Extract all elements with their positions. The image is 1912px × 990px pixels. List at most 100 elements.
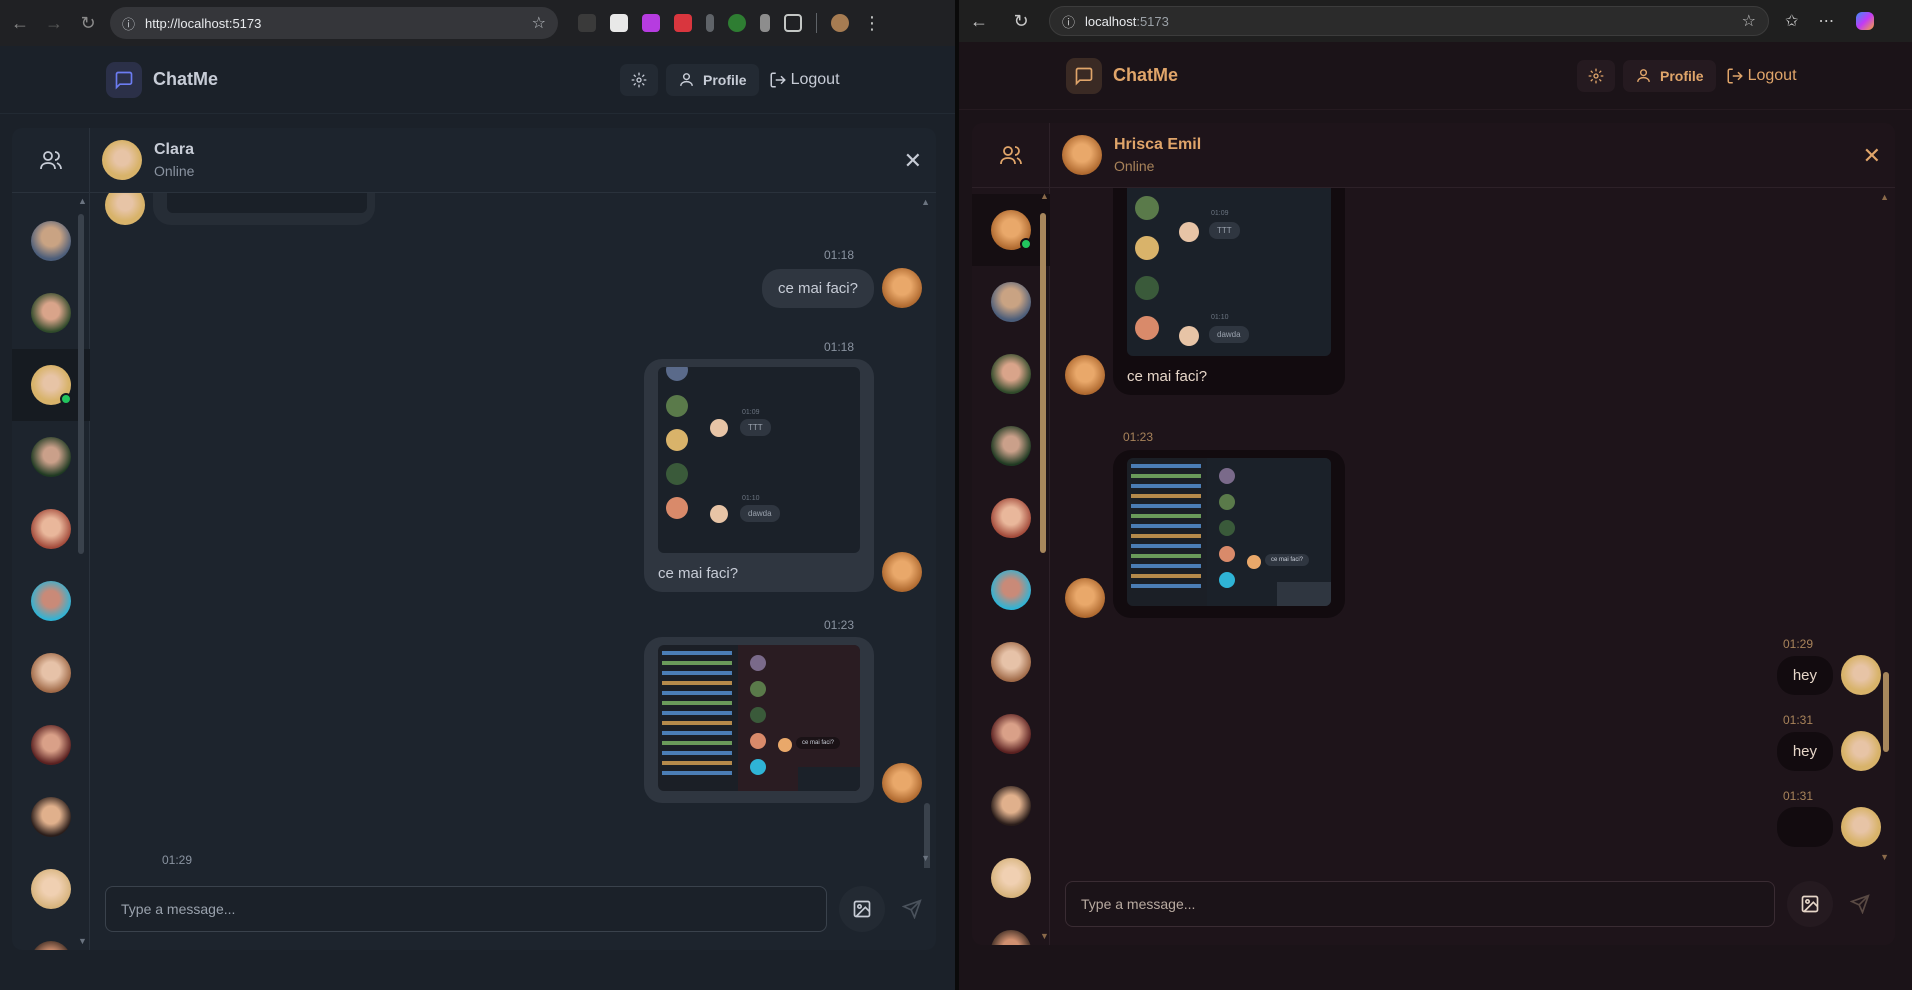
scroll-down-icon[interactable]: ▼ bbox=[921, 853, 930, 863]
contact-item[interactable] bbox=[972, 410, 1050, 482]
message-input[interactable]: Type a message... bbox=[105, 886, 827, 932]
message-image[interactable] bbox=[167, 193, 367, 213]
messages-area[interactable]: 01:18 ce mai faci? 01:18 01:09 TTT 01:10… bbox=[90, 193, 936, 868]
avatar bbox=[31, 725, 71, 765]
back-icon[interactable]: ← bbox=[6, 9, 34, 37]
calendar-extension-icon[interactable] bbox=[610, 14, 628, 32]
chat-logo-icon[interactable] bbox=[1066, 57, 1102, 94]
more-icon[interactable]: ⋯ bbox=[1818, 11, 1834, 31]
contact-item[interactable] bbox=[12, 781, 90, 853]
scroll-up-icon[interactable]: ▲ bbox=[1880, 192, 1889, 202]
logout-button[interactable]: Logout bbox=[1726, 60, 1797, 92]
contact-item[interactable] bbox=[12, 637, 90, 709]
message-image-bubble: 01:09 TTT 01:10 dawda ce mai faci? bbox=[1113, 188, 1345, 395]
extension-icon[interactable] bbox=[674, 14, 692, 32]
chat-contact-name: Hrisca Emil bbox=[1114, 136, 1202, 153]
left-browser-window: ← → ↻ ⓘ http://localhost:5173 ☆ ⋮ ChatMe bbox=[0, 0, 955, 990]
tree-extension-icon[interactable] bbox=[728, 14, 746, 32]
avatar bbox=[882, 268, 922, 308]
message-image[interactable]: ce mai faci? bbox=[1127, 458, 1331, 606]
contact-item[interactable] bbox=[12, 565, 90, 637]
message-image[interactable]: 01:09 TTT 01:10 dawda bbox=[658, 367, 860, 553]
attach-image-button[interactable] bbox=[1787, 881, 1833, 927]
preview-time: 01:09 bbox=[1211, 210, 1229, 217]
message-input-placeholder: Type a message... bbox=[121, 901, 236, 917]
close-chat-button[interactable]: ✕ bbox=[904, 148, 922, 174]
address-bar[interactable]: ⓘ localhost:5173 ☆ bbox=[1049, 6, 1769, 36]
favorites-icon[interactable]: ✩ bbox=[1785, 11, 1798, 31]
message-image[interactable]: ce mai faci? bbox=[658, 645, 860, 791]
extensions-puzzle-icon[interactable] bbox=[784, 14, 802, 32]
profile-button[interactable]: Profile bbox=[666, 63, 759, 96]
avatar bbox=[991, 354, 1031, 394]
scroll-up-icon[interactable]: ▲ bbox=[78, 196, 87, 206]
reload-icon[interactable]: ↻ bbox=[1007, 7, 1035, 35]
settings-button[interactable] bbox=[1577, 59, 1615, 92]
favorite-star-icon[interactable]: ☆ bbox=[1742, 11, 1756, 31]
settings-button[interactable] bbox=[620, 63, 658, 96]
contact-item[interactable] bbox=[972, 626, 1050, 698]
contact-item[interactable] bbox=[972, 266, 1050, 338]
message-outgoing: ce mai faci? bbox=[761, 268, 922, 308]
app-title[interactable]: ChatMe bbox=[1113, 65, 1178, 86]
site-info-icon[interactable]: ⓘ bbox=[1062, 12, 1075, 31]
users-icon bbox=[39, 151, 62, 170]
contact-item[interactable] bbox=[972, 338, 1050, 410]
send-button[interactable] bbox=[889, 886, 935, 932]
chat-contact-name: Clara bbox=[154, 141, 195, 158]
attach-image-button[interactable] bbox=[839, 886, 885, 932]
contact-item[interactable] bbox=[972, 770, 1050, 842]
contact-item-hrisca-emil[interactable] bbox=[972, 194, 1050, 266]
logout-label: Logout bbox=[790, 70, 840, 88]
contact-item[interactable] bbox=[972, 698, 1050, 770]
back-icon[interactable]: ← bbox=[965, 7, 993, 35]
message-time: 01:18 bbox=[823, 248, 854, 262]
scroll-down-icon[interactable]: ▼ bbox=[1880, 852, 1889, 862]
scroll-down-icon[interactable]: ▼ bbox=[1040, 931, 1049, 941]
logout-button[interactable]: Logout bbox=[769, 64, 840, 96]
forward-icon[interactable]: → bbox=[40, 9, 68, 37]
pin-extension-icon[interactable] bbox=[760, 14, 770, 32]
message-time: 01:29 bbox=[162, 853, 193, 867]
profile-label: Profile bbox=[1660, 67, 1704, 84]
messages-area[interactable]: 01:09 TTT 01:10 dawda ce mai faci? 01:23 bbox=[1050, 188, 1895, 863]
scroll-down-icon[interactable]: ▼ bbox=[78, 936, 87, 946]
contact-item[interactable] bbox=[12, 709, 90, 781]
bookmark-star-icon[interactable]: ☆ bbox=[532, 13, 546, 33]
avatar bbox=[991, 570, 1031, 610]
app-title[interactable]: ChatMe bbox=[153, 69, 218, 90]
contact-item[interactable] bbox=[12, 853, 90, 925]
extension-icon[interactable] bbox=[706, 14, 714, 32]
site-info-icon[interactable]: ⓘ bbox=[122, 14, 135, 33]
message-image-bubble: ce mai faci? bbox=[644, 637, 874, 803]
avatar bbox=[31, 509, 71, 549]
extension-icon[interactable] bbox=[642, 14, 660, 32]
contact-item[interactable] bbox=[972, 914, 1050, 945]
scroll-up-icon[interactable]: ▲ bbox=[921, 197, 930, 207]
close-chat-button[interactable]: ✕ bbox=[1863, 143, 1881, 169]
profile-button[interactable]: Profile bbox=[1623, 59, 1716, 92]
message-image[interactable]: 01:09 TTT 01:10 dawda bbox=[1127, 188, 1331, 356]
browser-menu-icon[interactable]: ⋮ bbox=[863, 13, 881, 34]
send-icon bbox=[902, 899, 922, 919]
image-icon bbox=[1801, 895, 1819, 913]
contacts-sidebar: ▲ ▼ bbox=[972, 123, 1050, 945]
message-input[interactable]: Type a message... bbox=[1065, 881, 1775, 927]
contacts-scrollbar[interactable] bbox=[78, 214, 84, 554]
contact-item[interactable] bbox=[972, 482, 1050, 554]
send-button[interactable] bbox=[1837, 881, 1883, 927]
scroll-up-icon[interactable]: ▲ bbox=[1040, 191, 1049, 201]
messages-scrollbar[interactable] bbox=[1883, 672, 1889, 752]
contacts-scrollbar[interactable] bbox=[1040, 213, 1046, 553]
extension-icon[interactable] bbox=[578, 14, 596, 32]
contact-item[interactable] bbox=[972, 554, 1050, 626]
profile-avatar-icon[interactable] bbox=[831, 14, 849, 32]
address-bar[interactable]: ⓘ http://localhost:5173 ☆ bbox=[110, 7, 558, 39]
user-icon bbox=[1637, 69, 1650, 82]
copilot-icon[interactable] bbox=[1856, 12, 1875, 30]
contact-item[interactable] bbox=[972, 842, 1050, 914]
reload-icon[interactable]: ↻ bbox=[74, 9, 102, 37]
avatar bbox=[991, 426, 1031, 466]
chat-logo-icon[interactable] bbox=[106, 61, 142, 98]
contacts-list[interactable] bbox=[972, 188, 1050, 945]
